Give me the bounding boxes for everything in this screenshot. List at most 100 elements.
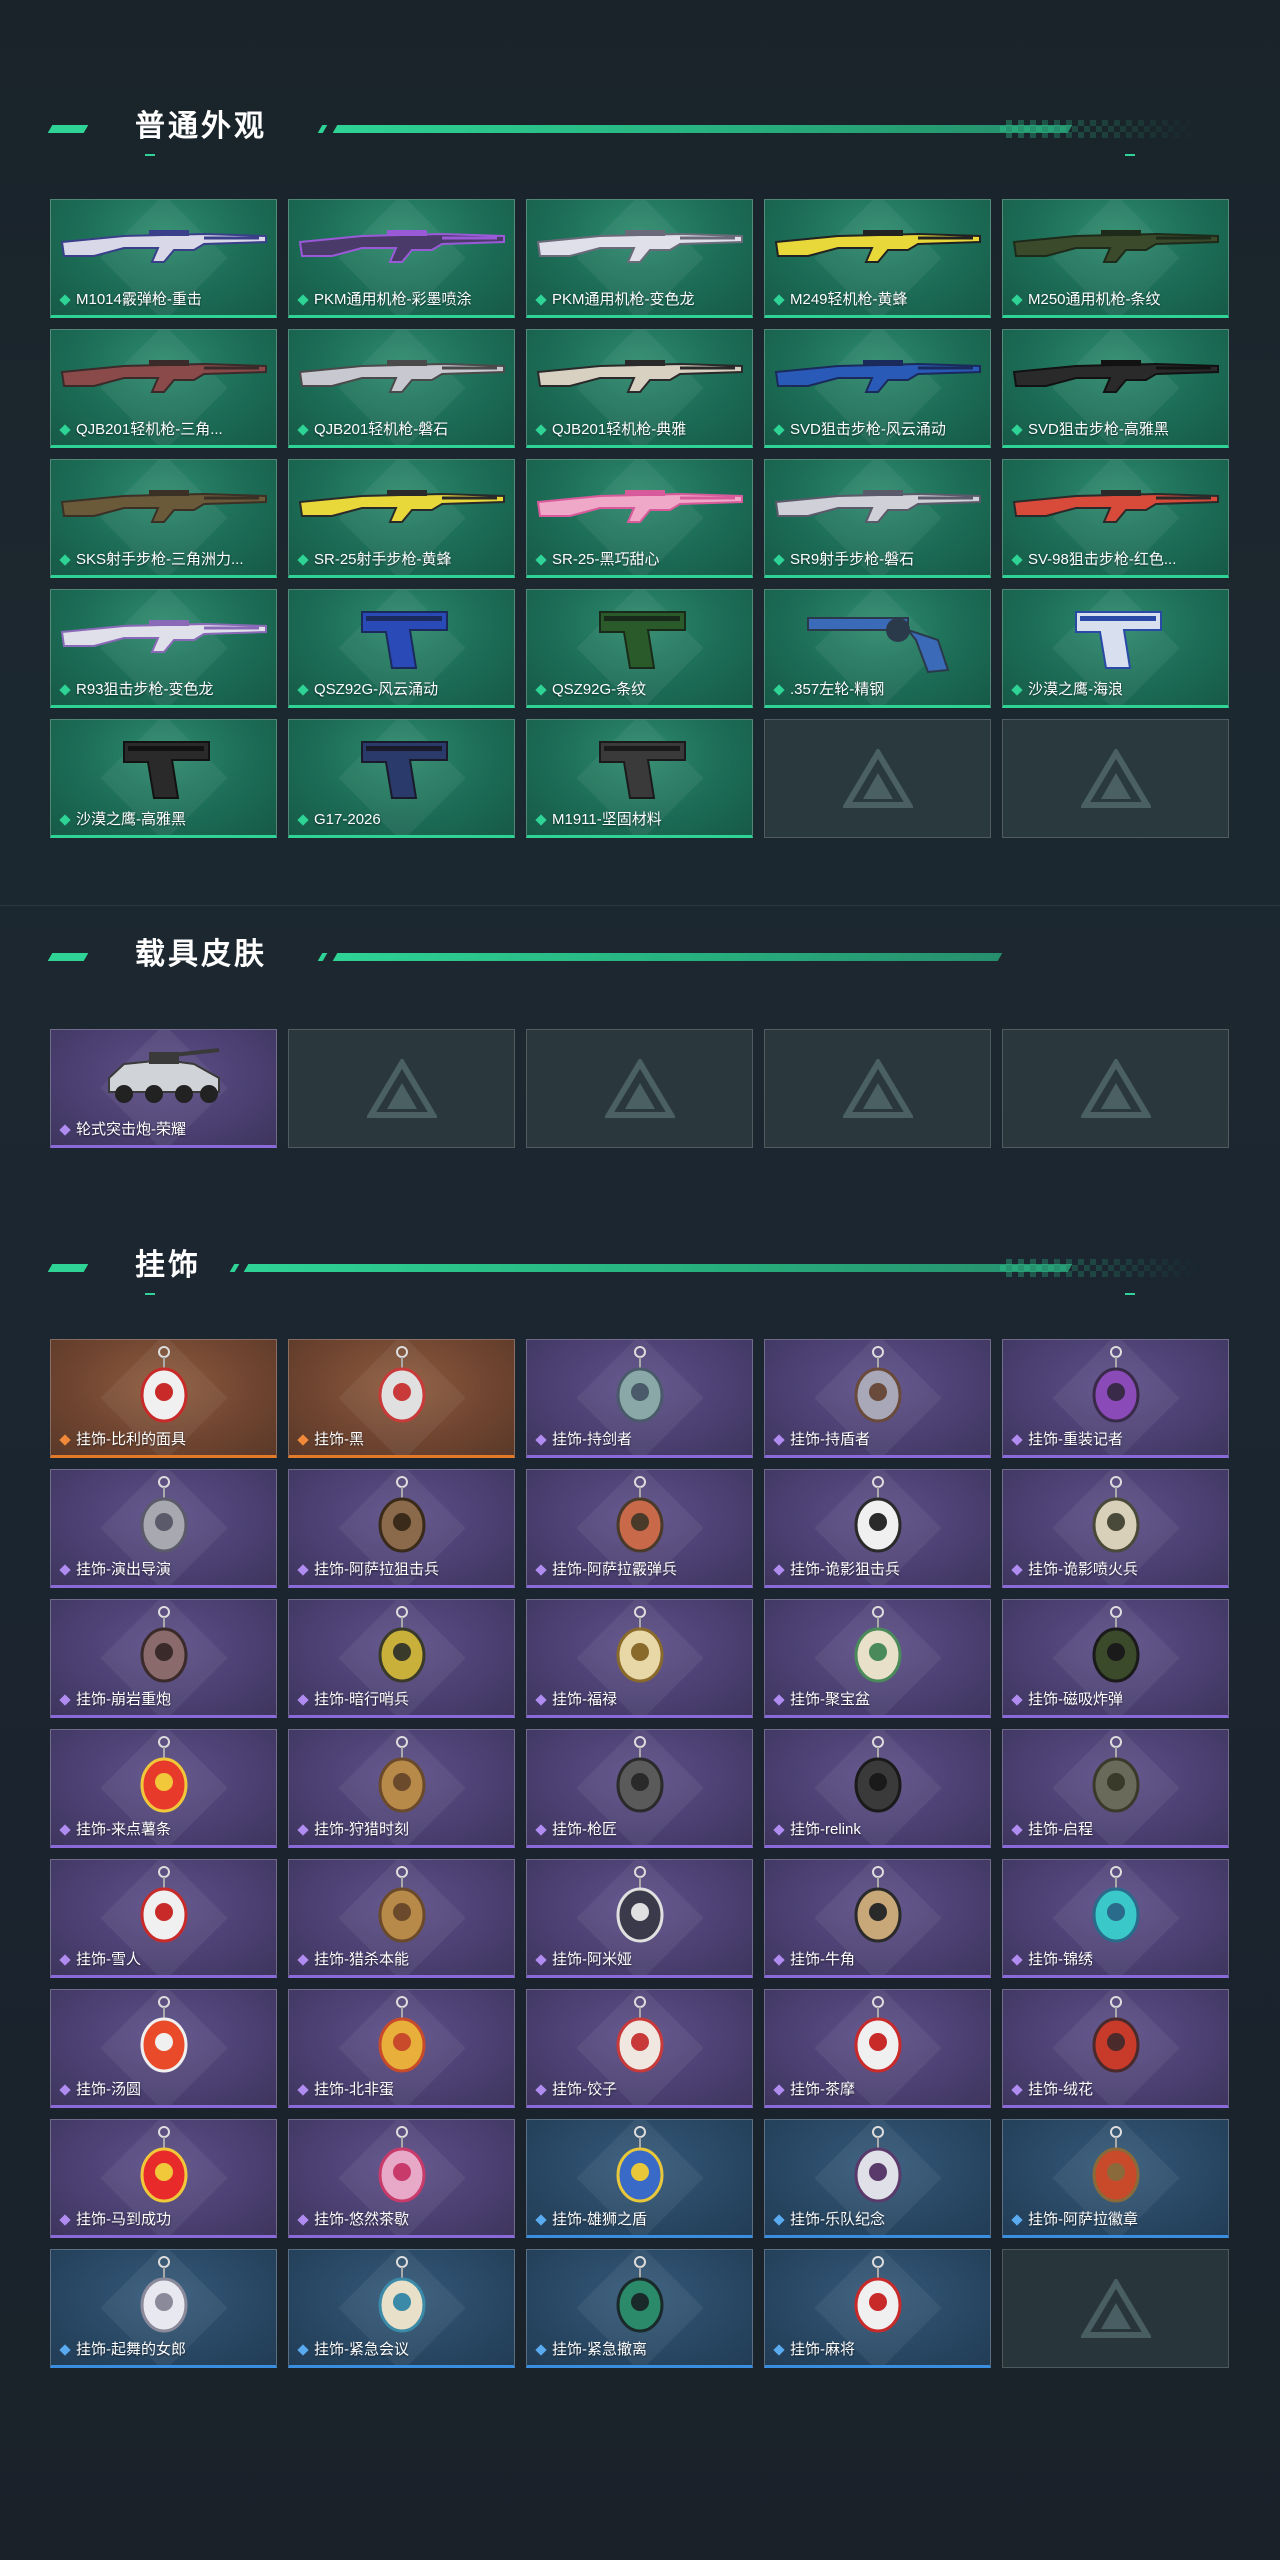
item-card[interactable]: SR-25射手步枪-黄蜂 <box>288 459 515 578</box>
item-card[interactable]: 挂饰-北非蛋 <box>288 1989 515 2108</box>
item-label: 挂饰-诡影狙击兵 <box>773 1561 984 1579</box>
item-card[interactable]: QSZ92G-条纹 <box>526 589 753 708</box>
item-name: 挂饰-饺子 <box>552 2081 617 2098</box>
item-card[interactable]: M249轻机枪-黄蜂 <box>764 199 991 318</box>
item-card[interactable]: M1911-坚固材料 <box>526 719 753 838</box>
item-card[interactable]: PKM通用机枪-彩墨喷涂 <box>288 199 515 318</box>
item-card[interactable]: 挂饰-茶摩 <box>764 1989 991 2108</box>
item-label: 挂饰-雪人 <box>59 1951 270 1969</box>
item-label: 挂饰-饺子 <box>535 2081 746 2099</box>
charm-image <box>289 1730 514 1819</box>
item-card[interactable]: 挂饰-福禄 <box>526 1599 753 1718</box>
item-label: 挂饰-磁吸炸弹 <box>1011 1691 1222 1709</box>
header-accent <box>47 1264 89 1272</box>
item-card[interactable]: 挂饰-汤圆 <box>50 1989 277 2108</box>
item-card[interactable]: 挂饰-暗行哨兵 <box>288 1599 515 1718</box>
item-label: SVD狙击步枪-高雅黑 <box>1011 421 1222 439</box>
item-card[interactable]: 挂饰-雄狮之盾 <box>526 2119 753 2238</box>
item-card[interactable]: 挂饰-马到成功 <box>50 2119 277 2238</box>
item-card[interactable]: 挂饰-持剑者 <box>526 1339 753 1458</box>
item-card[interactable]: 沙漠之鹰-海浪 <box>1002 589 1229 708</box>
item-card[interactable]: 挂饰-枪匠 <box>526 1729 753 1848</box>
item-card[interactable]: 挂饰-诡影喷火兵 <box>1002 1469 1229 1588</box>
item-card[interactable]: SVD狙击步枪-高雅黑 <box>1002 329 1229 448</box>
charm-image <box>289 1600 514 1689</box>
rarity-diamond-icon <box>773 554 785 566</box>
item-card[interactable]: SR9射手步枪-磐石 <box>764 459 991 578</box>
item-card[interactable]: R93狙击步枪-变色龙 <box>50 589 277 708</box>
item-card[interactable]: SR-25-黑巧甜心 <box>526 459 753 578</box>
item-card[interactable]: 挂饰-崩岩重炮 <box>50 1599 277 1718</box>
header-checker <box>1000 120 1200 138</box>
item-card[interactable]: .357左轮-精钢 <box>764 589 991 708</box>
item-card[interactable]: QJB201轻机枪-典雅 <box>526 329 753 448</box>
item-label: 挂饰-紧急会议 <box>297 2341 508 2359</box>
item-card[interactable]: 轮式突击炮-荣耀 <box>50 1029 277 1148</box>
item-card[interactable]: 挂饰-猎杀本能 <box>288 1859 515 1978</box>
item-label: 挂饰-狩猎时刻 <box>297 1821 508 1839</box>
item-card[interactable]: QJB201轻机枪-磐石 <box>288 329 515 448</box>
item-label: 挂饰-诡影喷火兵 <box>1011 1561 1222 1579</box>
item-card[interactable]: 挂饰-诡影狙击兵 <box>764 1469 991 1588</box>
item-label: QJB201轻机枪-三角... <box>59 421 270 439</box>
charm-image <box>289 1470 514 1559</box>
item-card[interactable]: 挂饰-紧急会议 <box>288 2249 515 2368</box>
charm-image <box>51 1990 276 2079</box>
item-card[interactable]: 挂饰-饺子 <box>526 1989 753 2108</box>
rifle-image <box>51 330 276 419</box>
item-card[interactable]: SKS射手步枪-三角洲力... <box>50 459 277 578</box>
vehicle-skin-grid: 轮式突击炮-荣耀 <box>50 1029 1229 1148</box>
item-card[interactable]: QJB201轻机枪-三角... <box>50 329 277 448</box>
item-card[interactable]: 挂饰-起舞的女郎 <box>50 2249 277 2368</box>
item-label: 挂饰-阿米娅 <box>535 1951 746 1969</box>
item-card[interactable]: 挂饰-狩猎时刻 <box>288 1729 515 1848</box>
item-card[interactable]: 挂饰-乐队纪念 <box>764 2119 991 2238</box>
item-card[interactable]: 挂饰-麻将 <box>764 2249 991 2368</box>
item-card[interactable]: 挂饰-绒花 <box>1002 1989 1229 2108</box>
item-card[interactable]: SV-98狙击步枪-红色... <box>1002 459 1229 578</box>
item-card[interactable]: M1014霰弹枪-重击 <box>50 199 277 318</box>
item-card[interactable]: 挂饰-紧急撤离 <box>526 2249 753 2368</box>
item-card[interactable]: 挂饰-持盾者 <box>764 1339 991 1458</box>
item-card[interactable]: G17-2026 <box>288 719 515 838</box>
item-label: 挂饰-锦绣 <box>1011 1951 1222 1969</box>
item-card[interactable]: 挂饰-阿萨拉狙击兵 <box>288 1469 515 1588</box>
item-label: QJB201轻机枪-典雅 <box>535 421 746 439</box>
item-card[interactable]: 挂饰-悠然茶歇 <box>288 2119 515 2238</box>
rarity-diamond-icon <box>297 2344 309 2356</box>
rarity-diamond-icon <box>297 294 309 306</box>
item-name: SV-98狙击步枪-红色... <box>1028 551 1177 568</box>
rarity-diamond-icon <box>773 1954 785 1966</box>
item-card[interactable]: 挂饰-演出导演 <box>50 1469 277 1588</box>
item-card[interactable]: 挂饰-来点薯条 <box>50 1729 277 1848</box>
item-card[interactable]: 挂饰-锦绣 <box>1002 1859 1229 1978</box>
header-tick <box>1125 1293 1135 1295</box>
item-card[interactable]: 挂饰-黑 <box>288 1339 515 1458</box>
item-name: .357左轮-精钢 <box>790 681 885 698</box>
item-card[interactable]: 挂饰-牛角 <box>764 1859 991 1978</box>
item-card[interactable]: 挂饰-磁吸炸弹 <box>1002 1599 1229 1718</box>
item-card[interactable]: 挂饰-雪人 <box>50 1859 277 1978</box>
item-card[interactable]: 挂饰-relink <box>764 1729 991 1848</box>
item-card[interactable]: SVD狙击步枪-风云涌动 <box>764 329 991 448</box>
item-label: 挂饰-relink <box>773 1821 984 1839</box>
item-card[interactable]: 挂饰-阿萨拉霰弹兵 <box>526 1469 753 1588</box>
charm-image <box>1003 2120 1228 2209</box>
rarity-diamond-icon <box>535 424 547 436</box>
item-card[interactable]: 沙漠之鹰-高雅黑 <box>50 719 277 838</box>
item-card[interactable]: 挂饰-阿米娅 <box>526 1859 753 1978</box>
item-label: 挂饰-悠然茶歇 <box>297 2211 508 2229</box>
item-card[interactable]: M250通用机枪-条纹 <box>1002 199 1229 318</box>
item-label: 挂饰-阿萨拉徽章 <box>1011 2211 1222 2229</box>
item-card[interactable]: 挂饰-聚宝盆 <box>764 1599 991 1718</box>
item-card[interactable]: 挂饰-比利的面具 <box>50 1339 277 1458</box>
rarity-diamond-icon <box>773 1694 785 1706</box>
item-card[interactable]: QSZ92G-风云涌动 <box>288 589 515 708</box>
item-card[interactable]: PKM通用机枪-变色龙 <box>526 199 753 318</box>
rarity-diamond-icon <box>535 1434 547 1446</box>
item-card[interactable]: 挂饰-阿萨拉徽章 <box>1002 2119 1229 2238</box>
item-card[interactable]: 挂饰-启程 <box>1002 1729 1229 1848</box>
item-card[interactable]: 挂饰-重装记者 <box>1002 1339 1229 1458</box>
rifle-image <box>51 200 276 289</box>
item-name: 挂饰-牛角 <box>790 1951 855 1968</box>
